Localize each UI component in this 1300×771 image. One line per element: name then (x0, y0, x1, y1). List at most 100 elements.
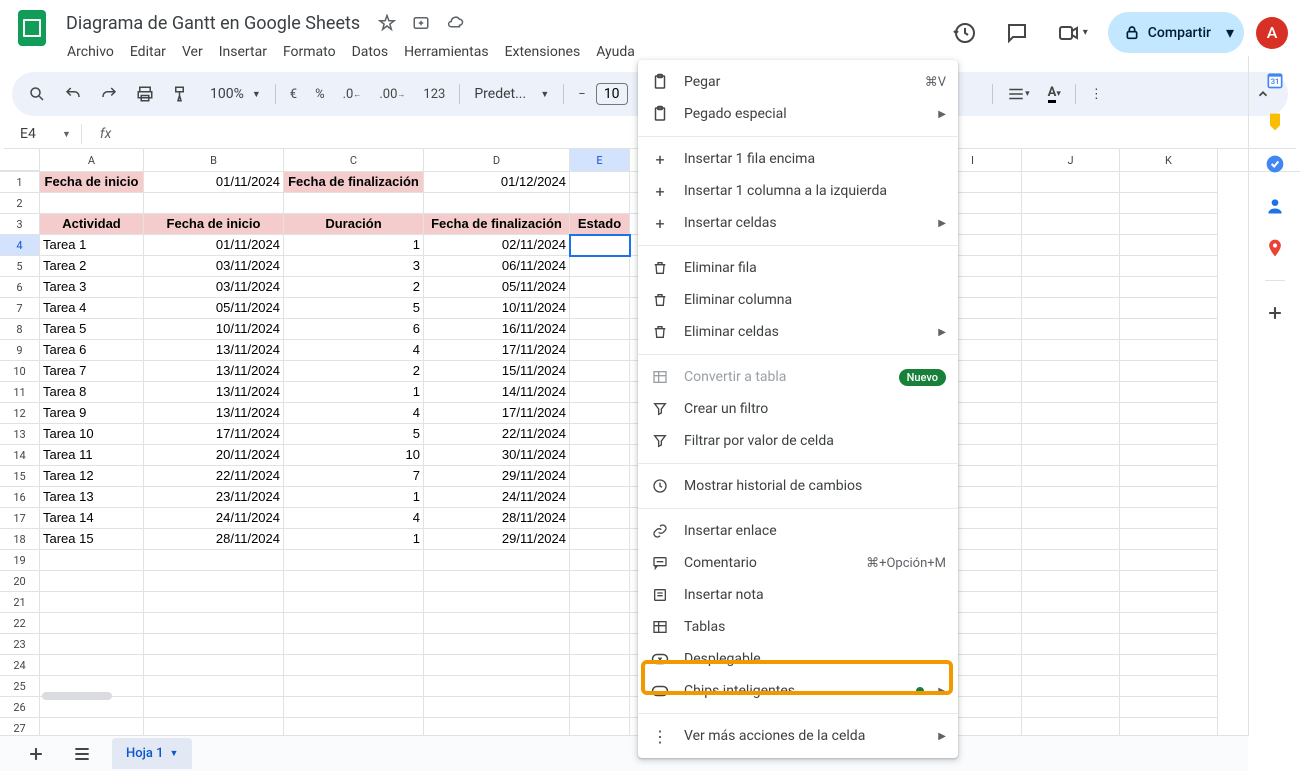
cell-K7[interactable] (1120, 298, 1218, 319)
currency-icon[interactable]: € (282, 81, 305, 108)
cell-A10[interactable]: Tarea 7 (40, 361, 144, 382)
row-header-9[interactable]: 9 (0, 340, 40, 361)
format-number-icon[interactable]: 123 (415, 81, 453, 108)
cell-D15[interactable]: 29/11/2024 (424, 466, 570, 487)
cell-D8[interactable]: 16/11/2024 (424, 319, 570, 340)
cell-J13[interactable] (1022, 424, 1120, 445)
cell-D24[interactable] (424, 655, 570, 676)
cell-B17[interactable]: 24/11/2024 (144, 508, 284, 529)
cell-K15[interactable] (1120, 466, 1218, 487)
cell-A23[interactable] (40, 634, 144, 655)
cell-B13[interactable]: 17/11/2024 (144, 424, 284, 445)
menu-insertar[interactable]: Insertar (212, 40, 274, 64)
cell-A6[interactable]: Tarea 3 (40, 277, 144, 298)
menu-extensiones[interactable]: Extensiones (498, 40, 588, 64)
add-addon-icon[interactable] (1265, 303, 1285, 323)
menu-insert-cells[interactable]: +Insertar celdas▶ (638, 207, 958, 239)
cell-K21[interactable] (1120, 592, 1218, 613)
cell-A16[interactable]: Tarea 13 (40, 487, 144, 508)
cell-K1[interactable] (1120, 172, 1218, 193)
contacts-icon[interactable] (1265, 196, 1285, 216)
cell-C16[interactable]: 1 (284, 487, 424, 508)
cell-A20[interactable] (40, 571, 144, 592)
cell-E3[interactable]: Estado (570, 214, 630, 235)
cell-B21[interactable] (144, 592, 284, 613)
cell-A22[interactable] (40, 613, 144, 634)
menu-dropdown[interactable]: Desplegable (638, 643, 958, 675)
keep-icon[interactable] (1265, 112, 1285, 132)
cell-C9[interactable]: 4 (284, 340, 424, 361)
cell-J6[interactable] (1022, 277, 1120, 298)
cell-D14[interactable]: 30/11/2024 (424, 445, 570, 466)
cell-D16[interactable]: 24/11/2024 (424, 487, 570, 508)
doc-title[interactable]: Diagrama de Gantt en Google Sheets (60, 11, 366, 36)
col-header-B[interactable]: B (144, 149, 284, 171)
cell-J23[interactable] (1022, 634, 1120, 655)
menu-herramientas[interactable]: Herramientas (397, 40, 496, 64)
cell-C2[interactable] (284, 193, 424, 214)
share-dropdown[interactable]: ▾ (1216, 12, 1244, 53)
cell-J24[interactable] (1022, 655, 1120, 676)
search-icon[interactable] (20, 79, 54, 109)
cell-B18[interactable]: 28/11/2024 (144, 529, 284, 550)
row-header-13[interactable]: 13 (0, 424, 40, 445)
cell-J21[interactable] (1022, 592, 1120, 613)
menu-archivo[interactable]: Archivo (60, 40, 121, 64)
menu-delete-cells[interactable]: Eliminar celdas▶ (638, 316, 958, 348)
menu-paste-special[interactable]: Pegado especial▶ (638, 98, 958, 130)
cell-J18[interactable] (1022, 529, 1120, 550)
menu-ver[interactable]: Ver (175, 40, 210, 64)
cell-D12[interactable]: 17/11/2024 (424, 403, 570, 424)
cell-E19[interactable] (570, 550, 630, 571)
cell-B23[interactable] (144, 634, 284, 655)
cell-E21[interactable] (570, 592, 630, 613)
cell-J15[interactable] (1022, 466, 1120, 487)
cell-K10[interactable] (1120, 361, 1218, 382)
cell-E13[interactable] (570, 424, 630, 445)
cell-E24[interactable] (570, 655, 630, 676)
row-header-1[interactable]: 1 (0, 172, 40, 193)
row-header-17[interactable]: 17 (0, 508, 40, 529)
cell-B16[interactable]: 23/11/2024 (144, 487, 284, 508)
cell-E14[interactable] (570, 445, 630, 466)
cell-K9[interactable] (1120, 340, 1218, 361)
cell-K3[interactable] (1120, 214, 1218, 235)
cell-E8[interactable] (570, 319, 630, 340)
cell-J16[interactable] (1022, 487, 1120, 508)
cell-C8[interactable]: 6 (284, 319, 424, 340)
comments-icon[interactable] (997, 13, 1037, 53)
cell-B4[interactable]: 01/11/2024 (144, 235, 284, 256)
cell-C13[interactable]: 5 (284, 424, 424, 445)
cell-K5[interactable] (1120, 256, 1218, 277)
avatar[interactable]: A (1256, 17, 1288, 49)
menu-ayuda[interactable]: Ayuda (589, 40, 642, 64)
col-header-J[interactable]: J (1022, 149, 1120, 171)
cell-K24[interactable] (1120, 655, 1218, 676)
name-box-dropdown[interactable]: ▼ (62, 129, 71, 140)
cell-B15[interactable]: 22/11/2024 (144, 466, 284, 487)
row-header-18[interactable]: 18 (0, 529, 40, 550)
cell-C22[interactable] (284, 613, 424, 634)
cell-D19[interactable] (424, 550, 570, 571)
cell-K18[interactable] (1120, 529, 1218, 550)
cell-A18[interactable]: Tarea 15 (40, 529, 144, 550)
cell-B7[interactable]: 05/11/2024 (144, 298, 284, 319)
cell-A5[interactable]: Tarea 2 (40, 256, 144, 277)
cell-E4[interactable] (570, 235, 630, 256)
cell-E1[interactable] (570, 172, 630, 193)
cell-B14[interactable]: 20/11/2024 (144, 445, 284, 466)
cell-J4[interactable] (1022, 235, 1120, 256)
cell-J10[interactable] (1022, 361, 1120, 382)
cell-J11[interactable] (1022, 382, 1120, 403)
cell-D13[interactable]: 22/11/2024 (424, 424, 570, 445)
row-header-5[interactable]: 5 (0, 256, 40, 277)
cell-K12[interactable] (1120, 403, 1218, 424)
cell-C12[interactable]: 4 (284, 403, 424, 424)
move-icon[interactable] (408, 10, 434, 36)
cell-C19[interactable] (284, 550, 424, 571)
cell-A12[interactable]: Tarea 9 (40, 403, 144, 424)
row-header-22[interactable]: 22 (0, 613, 40, 634)
row-header-21[interactable]: 21 (0, 592, 40, 613)
decrease-decimal-icon[interactable]: .0← (335, 81, 370, 108)
cell-B3[interactable]: Fecha de inicio (144, 214, 284, 235)
